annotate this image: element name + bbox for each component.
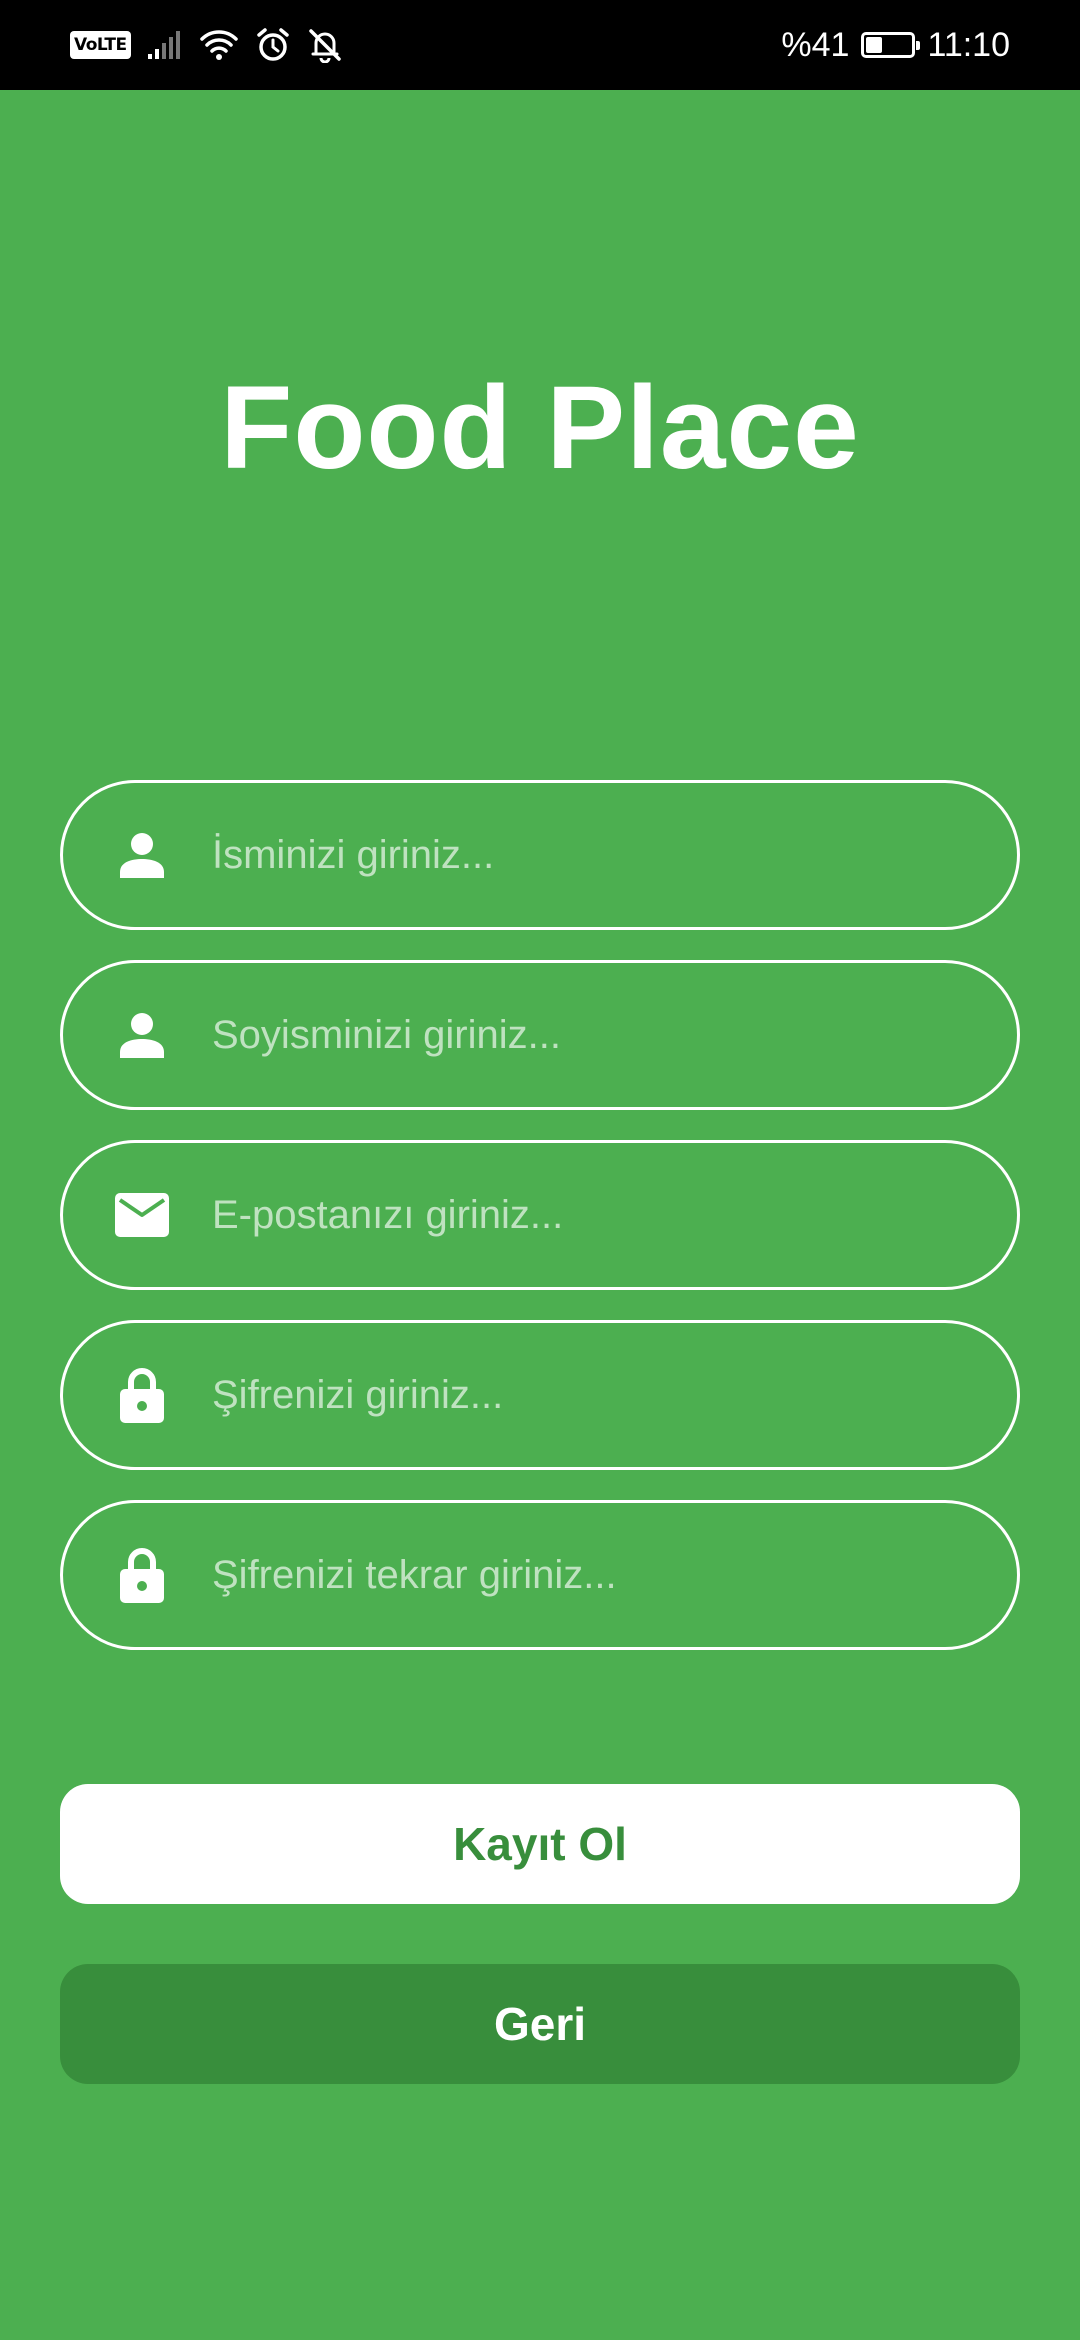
status-bar: VoLTE %41 11:10 bbox=[0, 0, 1080, 90]
last-name-field[interactable] bbox=[60, 960, 1020, 1110]
volte-badge: VoLTE bbox=[70, 31, 131, 59]
mail-icon bbox=[114, 1187, 170, 1243]
back-button[interactable]: Geri bbox=[60, 1964, 1020, 2084]
person-icon bbox=[114, 827, 170, 883]
alarm-icon bbox=[256, 28, 289, 61]
clock: 11:10 bbox=[927, 25, 1010, 64]
status-bar-right: %41 11:10 bbox=[781, 22, 1010, 68]
person-icon bbox=[114, 1007, 170, 1063]
status-bar-left: VoLTE bbox=[70, 24, 343, 66]
wifi-icon bbox=[199, 30, 238, 60]
notifications-off-icon bbox=[308, 29, 341, 63]
password-repeat-input[interactable] bbox=[212, 1552, 932, 1598]
password-field[interactable] bbox=[60, 1320, 1020, 1470]
battery-percent: %41 bbox=[781, 25, 850, 64]
email-field[interactable] bbox=[60, 1140, 1020, 1290]
lock-icon bbox=[114, 1367, 170, 1423]
signal-icon bbox=[147, 31, 180, 59]
register-button[interactable]: Kayıt Ol bbox=[60, 1784, 1020, 1904]
password-repeat-field[interactable] bbox=[60, 1500, 1020, 1650]
lock-icon bbox=[114, 1547, 170, 1603]
first-name-field[interactable] bbox=[60, 780, 1020, 930]
email-input[interactable] bbox=[212, 1192, 932, 1238]
battery-charging-icon bbox=[861, 32, 921, 58]
first-name-input[interactable] bbox=[212, 832, 932, 878]
password-input[interactable] bbox=[212, 1372, 932, 1418]
battery-level-fill bbox=[866, 37, 883, 53]
last-name-input[interactable] bbox=[212, 1012, 932, 1058]
app-title: Food Place bbox=[220, 362, 860, 494]
